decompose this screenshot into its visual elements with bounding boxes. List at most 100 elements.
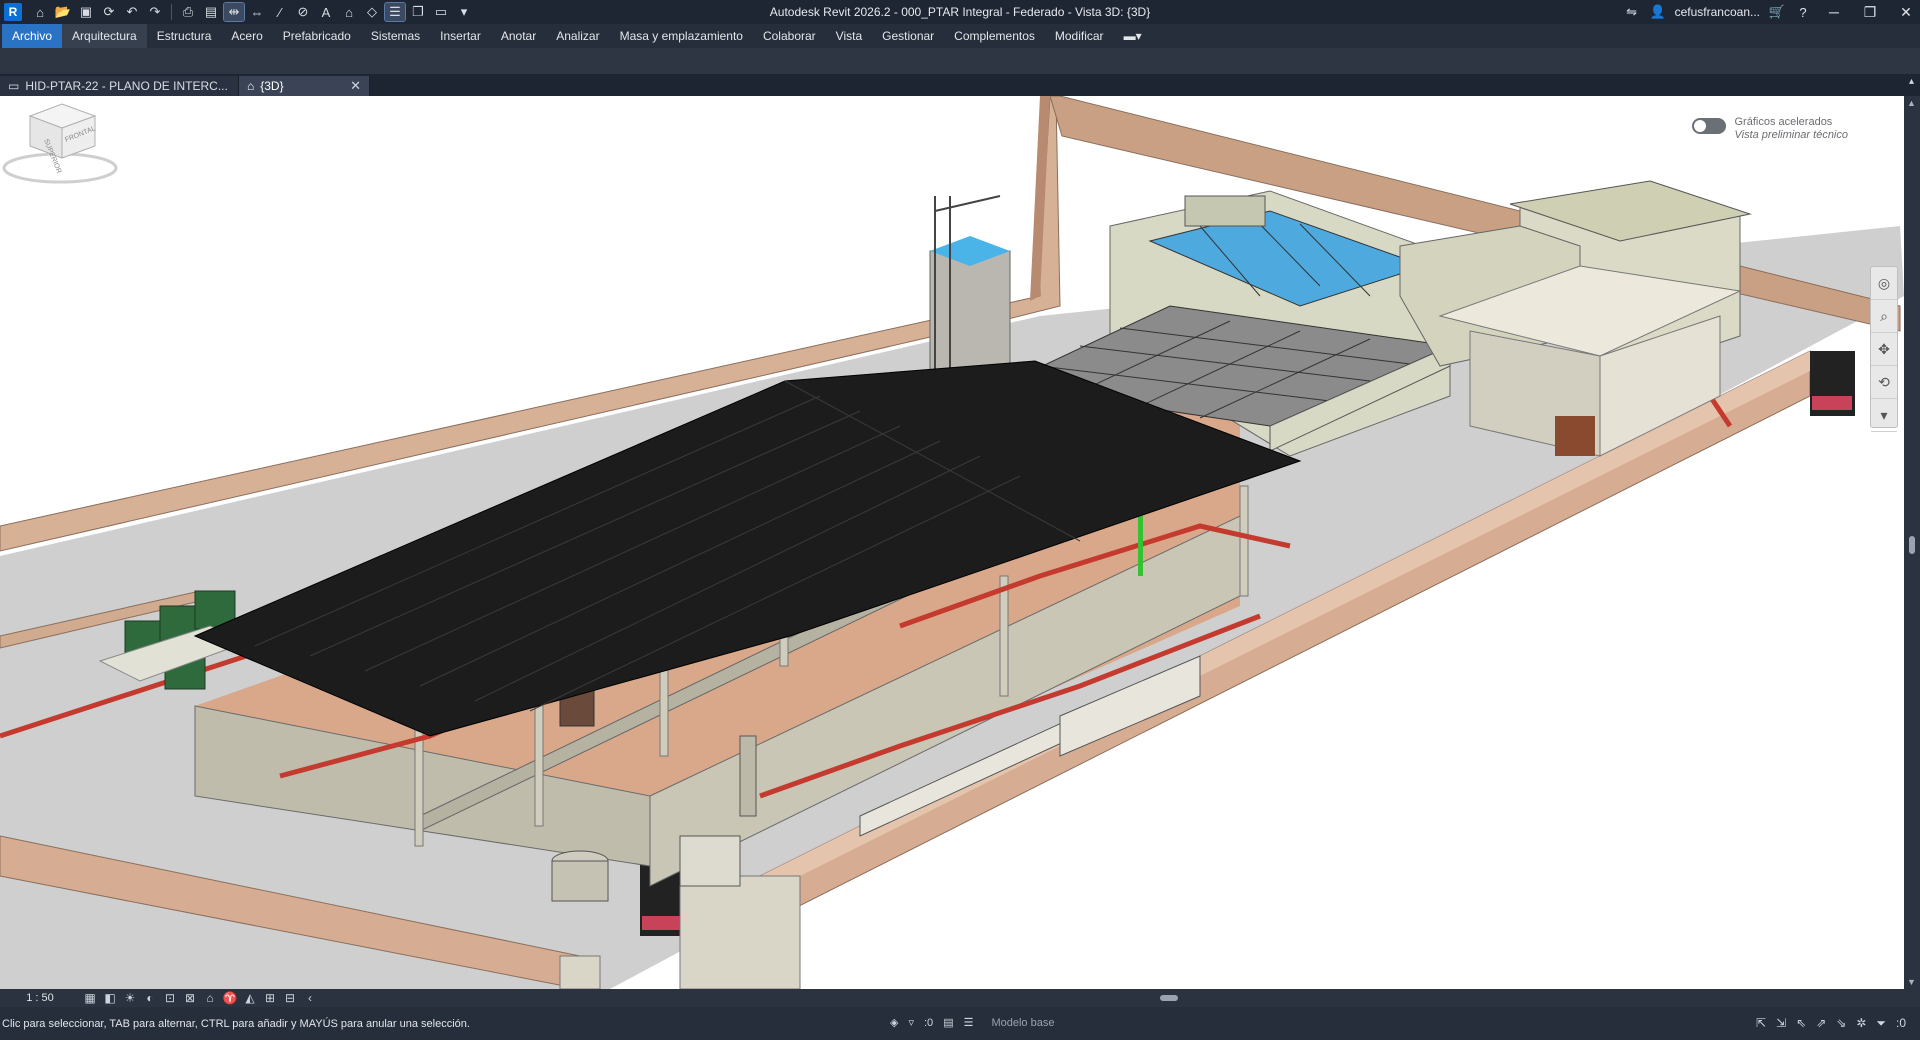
- ribbon-minimize-button[interactable]: ▬▾: [1114, 24, 1152, 48]
- orbit-icon[interactable]: ⟲: [1871, 366, 1897, 399]
- sheet-icon: ▭: [8, 79, 20, 93]
- horizontal-scrollbar[interactable]: [450, 992, 1890, 1004]
- zoom-icon[interactable]: ⌕: [1871, 300, 1897, 333]
- section-icon[interactable]: ◇: [362, 3, 382, 21]
- align-icon[interactable]: ⇹: [223, 2, 245, 22]
- detail-level-icon[interactable]: ▦: [80, 991, 100, 1005]
- tag-icon[interactable]: ⊘: [293, 3, 313, 21]
- crop-view-icon[interactable]: ⊡: [160, 991, 180, 1005]
- tab-acero[interactable]: Acero: [221, 24, 272, 48]
- revit-logo[interactable]: R: [4, 3, 22, 21]
- tab-complementos[interactable]: Complementos: [944, 24, 1045, 48]
- home-icon[interactable]: ⌂: [30, 3, 50, 21]
- doc-tab-3d[interactable]: ⌂ {3D} ✕: [239, 76, 370, 96]
- tab-modificar[interactable]: Modificar: [1045, 24, 1114, 48]
- tab-insertar[interactable]: Insertar: [430, 24, 491, 48]
- minimize-button[interactable]: ─: [1820, 4, 1848, 20]
- text-icon[interactable]: A: [316, 3, 336, 21]
- doc-tab-plano[interactable]: ▭ HID-PTAR-22 - PLANO DE INTERC...: [0, 76, 239, 96]
- restore-button[interactable]: ❐: [1856, 4, 1884, 21]
- customize-icon[interactable]: ▾: [454, 3, 474, 21]
- vertical-scroll-thumb[interactable]: [1909, 536, 1915, 554]
- workset-count[interactable]: :0: [924, 1017, 933, 1029]
- navigation-bar: ◎ ⌕ ✥ ⟲ ▾: [1870, 266, 1898, 432]
- vertical-scrollbar[interactable]: ▲ ▼: [1904, 96, 1920, 989]
- select-pinned-icon[interactable]: ⇖: [1796, 1016, 1806, 1031]
- pdf-icon[interactable]: ▤: [201, 3, 221, 21]
- model-selector[interactable]: Modelo base: [991, 1017, 1054, 1029]
- save-icon[interactable]: ▣: [76, 3, 96, 21]
- accelerated-graphics-toggle[interactable]: [1692, 118, 1727, 134]
- dimension-icon[interactable]: ⇔: [247, 3, 267, 21]
- document-tabs: ▭ HID-PTAR-22 - PLANO DE INTERC... ⌂ {3D…: [0, 74, 1920, 96]
- user-name[interactable]: cefusfrancoan...: [1675, 5, 1760, 19]
- layers-icon[interactable]: ☰: [964, 1016, 974, 1029]
- close-hidden-icon[interactable]: ❐: [408, 3, 428, 21]
- cart-icon[interactable]: 🛒: [1768, 4, 1786, 20]
- status-middle: ◈ ▿ :0 ▤ ☰ Modelo base: [890, 1016, 1054, 1030]
- filter-count[interactable]: :0: [1896, 1016, 1906, 1031]
- tab-anotar[interactable]: Anotar: [491, 24, 546, 48]
- filter-icon[interactable]: ⏷: [1876, 1016, 1886, 1031]
- close-tab-icon[interactable]: ✕: [350, 78, 361, 94]
- thin-lines-icon[interactable]: ☰: [384, 2, 406, 22]
- quick-access-toolbar: ⌂ 📂 ▣ ⟳ ↶ ↷ ⎙ ▤ ⇹ ⇔ ∕ ⊘ A ⌂ ◇ ☰ ❐ ▭ ▾: [30, 2, 474, 22]
- drag-elements-icon[interactable]: ⇘: [1836, 1016, 1846, 1031]
- open-icon[interactable]: 📂: [53, 3, 73, 21]
- 3d-viewport[interactable]: Gráficos acelerados Vista preliminar téc…: [0, 96, 1904, 989]
- constraints-icon[interactable]: ⊟: [280, 991, 300, 1005]
- tab-gestionar[interactable]: Gestionar: [872, 24, 944, 48]
- design-options-icon[interactable]: ▤: [943, 1016, 953, 1029]
- worksharing-icon[interactable]: ◈: [890, 1016, 898, 1029]
- undo-icon[interactable]: ↶: [122, 3, 142, 21]
- arrows-icon[interactable]: ⇋: [1623, 4, 1641, 20]
- select-links-icon[interactable]: ⇱: [1756, 1016, 1766, 1031]
- tab-estructura[interactable]: Estructura: [147, 24, 222, 48]
- tab-prefabricado[interactable]: Prefabricado: [273, 24, 361, 48]
- reveal-hidden-icon[interactable]: ◭: [240, 991, 260, 1005]
- tab-file[interactable]: Archivo: [2, 24, 63, 48]
- 3d-view-icon[interactable]: ⌂: [339, 3, 359, 21]
- tab-colaborar[interactable]: Colaborar: [753, 24, 826, 48]
- tab-vista[interactable]: Vista: [826, 24, 872, 48]
- tab-analizar[interactable]: Analizar: [546, 24, 609, 48]
- help-icon[interactable]: ?: [1794, 5, 1812, 20]
- separator: [171, 4, 172, 20]
- select-underlay-icon[interactable]: ⇲: [1776, 1016, 1786, 1031]
- background-process-icon[interactable]: ✲: [1856, 1016, 1866, 1031]
- tab-masa-emplazamiento[interactable]: Masa y emplazamiento: [610, 24, 753, 48]
- scroll-up-icon[interactable]: ▲: [1907, 98, 1916, 108]
- select-by-face-icon[interactable]: ⇗: [1816, 1016, 1826, 1031]
- doc-tab-label: HID-PTAR-22 - PLANO DE INTERC...: [25, 79, 228, 93]
- tabs-overflow-icon[interactable]: ▴: [1909, 76, 1914, 87]
- lock-3d-icon[interactable]: ⌂: [200, 991, 220, 1005]
- editable-icon[interactable]: ▿: [908, 1016, 914, 1029]
- visual-style-icon[interactable]: ◧: [100, 991, 120, 1005]
- close-button[interactable]: ✕: [1892, 4, 1920, 21]
- user-icon[interactable]: 👤: [1649, 4, 1667, 20]
- 3d-house-icon: ⌂: [247, 79, 255, 93]
- scroll-down-icon[interactable]: ▼: [1907, 977, 1916, 987]
- graphics-indicator[interactable]: Gráficos acelerados Vista preliminar téc…: [1692, 116, 1848, 142]
- horizontal-scroll-thumb[interactable]: [1160, 995, 1178, 1001]
- viewcube[interactable]: SUPERIOR FRONTAL: [0, 96, 120, 186]
- shadows-icon[interactable]: ◐: [140, 991, 160, 1005]
- measure-icon[interactable]: ∕: [270, 3, 290, 21]
- analysis-icon[interactable]: ⊞: [260, 991, 280, 1005]
- steering-wheel-icon[interactable]: ◎: [1871, 267, 1897, 300]
- crop-region-icon[interactable]: ⊠: [180, 991, 200, 1005]
- sync-icon[interactable]: ⟳: [99, 3, 119, 21]
- pan-icon[interactable]: ✥: [1871, 333, 1897, 366]
- scroll-left-icon[interactable]: ‹: [300, 991, 320, 1005]
- tab-sistemas[interactable]: Sistemas: [361, 24, 430, 48]
- switch-windows-icon[interactable]: ▭: [431, 3, 451, 21]
- view-scale[interactable]: 1 : 50: [0, 992, 80, 1004]
- print-icon[interactable]: ⎙: [178, 3, 198, 21]
- model-3d-render[interactable]: [0, 96, 1904, 989]
- navbar-options-icon[interactable]: ▾: [1871, 399, 1897, 432]
- sun-path-icon[interactable]: ☀: [120, 991, 140, 1005]
- temp-hide-icon[interactable]: ♈: [220, 991, 240, 1005]
- tab-arquitectura[interactable]: Arquitectura: [62, 24, 147, 48]
- redo-icon[interactable]: ↷: [145, 3, 165, 21]
- graphics-text: Gráficos acelerados Vista preliminar téc…: [1734, 116, 1848, 142]
